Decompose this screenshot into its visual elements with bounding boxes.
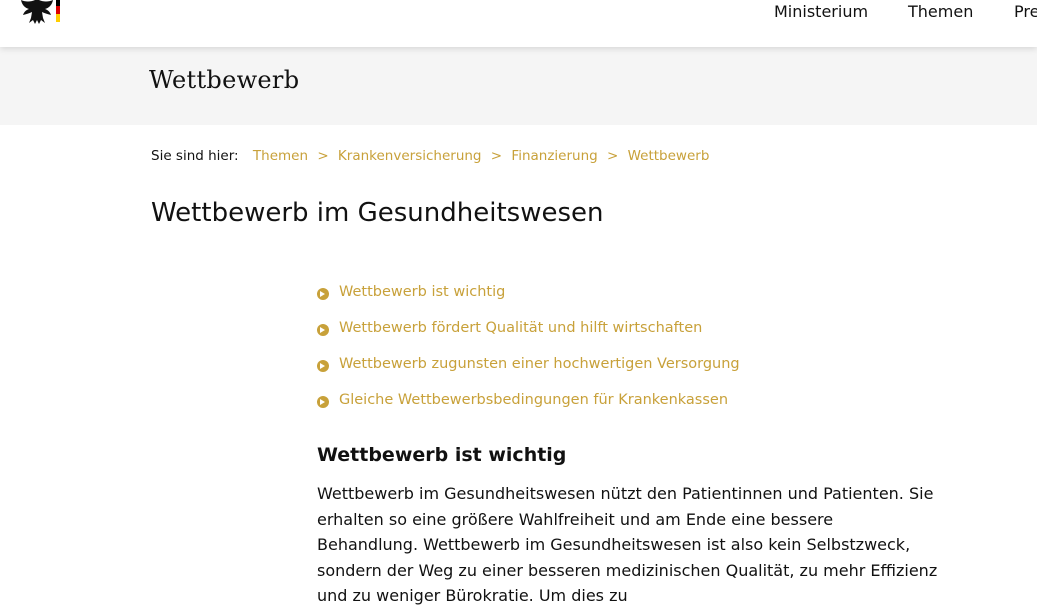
toc-link-wettbewerb-ist-wichtig[interactable]: Wettbewerb ist wichtig xyxy=(317,284,740,320)
nav-item-themen[interactable]: Themen xyxy=(908,2,973,21)
toc-link-label[interactable]: Wettbewerb fördert Qualität und hilft wi… xyxy=(339,320,702,336)
nav-item-ministerium[interactable]: Ministerium xyxy=(774,2,868,21)
arrow-circle-icon xyxy=(317,360,329,372)
toc-link-qualitaet[interactable]: Wettbewerb fördert Qualität und hilft wi… xyxy=(317,320,740,356)
banner-title: Wettbewerb xyxy=(149,66,300,94)
top-header: Ministerium Themen Pre xyxy=(0,0,1037,47)
federal-eagle-logo-icon[interactable] xyxy=(19,0,63,26)
arrow-circle-icon xyxy=(317,288,329,300)
breadcrumb-item-wettbewerb[interactable]: Wettbewerb xyxy=(628,148,710,164)
toc-link-versorgung[interactable]: Wettbewerb zugunsten einer hochwertigen … xyxy=(317,356,740,392)
toc-link-label[interactable]: Wettbewerb ist wichtig xyxy=(339,284,505,300)
arrow-circle-icon xyxy=(317,324,329,336)
arrow-circle-icon xyxy=(317,396,329,408)
breadcrumb-separator: > xyxy=(490,148,503,164)
breadcrumb-item-themen[interactable]: Themen xyxy=(253,148,308,164)
toc-link-label[interactable]: Wettbewerb zugunsten einer hochwertigen … xyxy=(339,356,740,372)
breadcrumb-item-krankenversicherung[interactable]: Krankenversicherung xyxy=(338,148,482,164)
table-of-contents: Wettbewerb ist wichtig Wettbewerb förder… xyxy=(317,284,740,428)
breadcrumb-separator: > xyxy=(607,148,619,164)
toc-link-krankenkassen[interactable]: Gleiche Wettbewerbsbedingungen für Krank… xyxy=(317,392,740,428)
breadcrumb: Sie sind hier: Themen > Krankenversicher… xyxy=(151,148,709,164)
breadcrumb-item-finanzierung[interactable]: Finanzierung xyxy=(511,148,597,164)
section-body-text: Wettbewerb im Gesundheitswesen nützt den… xyxy=(317,484,938,605)
toc-link-label[interactable]: Gleiche Wettbewerbsbedingungen für Krank… xyxy=(339,392,728,408)
breadcrumb-separator: > xyxy=(317,148,329,164)
section-heading: Wettbewerb ist wichtig xyxy=(317,444,567,466)
nav-item-presse[interactable]: Pre xyxy=(1014,2,1037,21)
breadcrumb-label: Sie sind hier: xyxy=(151,148,239,164)
page-title: Wettbewerb im Gesundheitswesen xyxy=(151,198,604,228)
